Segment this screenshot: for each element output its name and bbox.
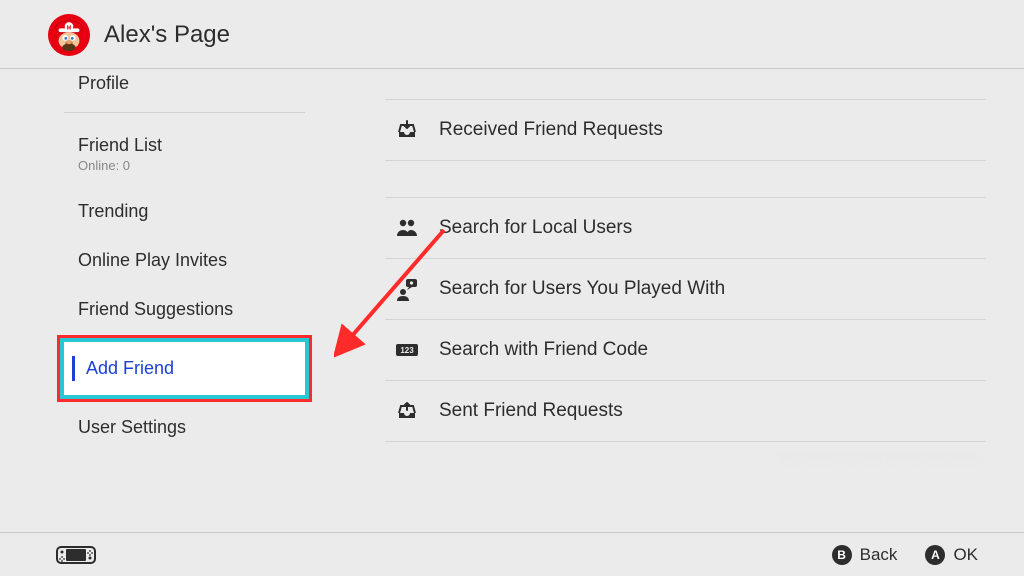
inbox-down-icon [395, 118, 419, 142]
ok-label: OK [953, 545, 978, 565]
sidebar-item-profile[interactable]: Profile [64, 69, 305, 108]
main-hint: You have no new friend requests. [385, 442, 986, 473]
svg-text:123: 123 [400, 346, 414, 355]
main-item-search-for-local-users[interactable]: Search for Local Users [385, 197, 986, 259]
inbox-down-icon [393, 118, 421, 142]
sidebar-item-sub: Online: 0 [78, 158, 293, 173]
a-glyph-icon: A [925, 545, 945, 565]
sidebar-divider [64, 112, 305, 113]
main-item-sent-friend-requests[interactable]: Sent Friend Requests [385, 381, 986, 442]
main-item-label: Search with Friend Code [439, 339, 648, 361]
main-item-label: Search for Local Users [439, 217, 632, 239]
sidebar-item-label: Add Friend [86, 358, 174, 378]
sidebar-item-add-friend[interactable]: Add Friend [60, 338, 309, 399]
sidebar-item-trending[interactable]: Trending [64, 187, 305, 236]
back-button[interactable]: B Back [832, 545, 898, 565]
console-icon [56, 545, 96, 565]
footer: B Back A OK [0, 532, 1024, 576]
header: M Alex's Page [0, 0, 1024, 69]
main-panel: Received Friend Requests Search for Local… [305, 69, 1024, 533]
outbox-up-icon [393, 399, 421, 423]
sidebar-item-label: Friend List [78, 135, 162, 155]
main-item-label: Received Friend Requests [439, 119, 663, 141]
numbers-icon: 123 [395, 338, 419, 362]
main-item-label: Sent Friend Requests [439, 400, 623, 422]
main-item-received-friend-requests[interactable]: Received Friend Requests [385, 99, 986, 161]
sidebar-item-friend-list[interactable]: Friend List Online: 0 [64, 121, 305, 187]
svg-text:M: M [67, 25, 72, 31]
sidebar-item-label: Friend Suggestions [78, 299, 233, 319]
sidebar-item-label: Online Play Invites [78, 250, 227, 270]
main-item-search-for-users-you-played-with[interactable]: Search for Users You Played With [385, 259, 986, 320]
people-icon [395, 216, 419, 240]
b-glyph-icon: B [832, 545, 852, 565]
page-title: Alex's Page [104, 21, 230, 49]
sidebar-item-friend-suggestions[interactable]: Friend Suggestions [64, 285, 305, 334]
ok-button[interactable]: A OK [925, 545, 978, 565]
sidebar-item-online-play-invites[interactable]: Online Play Invites [64, 236, 305, 285]
sidebar-item-user-settings[interactable]: User Settings [64, 403, 305, 452]
numbers-icon: 123 [393, 338, 421, 362]
main-item-search-with-friend-code[interactable]: 123 Search with Friend Code [385, 320, 986, 381]
outbox-up-icon [395, 399, 419, 423]
people-icon [393, 216, 421, 240]
main-gap [385, 161, 986, 197]
sidebar: Profile Friend List Online: 0 Trending Onlin… [0, 69, 305, 533]
avatar-mario: M [48, 14, 90, 56]
back-label: Back [860, 545, 898, 565]
sidebar-item-label: Profile [78, 73, 129, 93]
main-item-label: Search for Users You Played With [439, 278, 725, 300]
sidebar-item-label: User Settings [78, 417, 186, 437]
sidebar-item-label: Trending [78, 201, 148, 221]
speech-user-icon [393, 277, 421, 301]
speech-user-icon [395, 277, 419, 301]
